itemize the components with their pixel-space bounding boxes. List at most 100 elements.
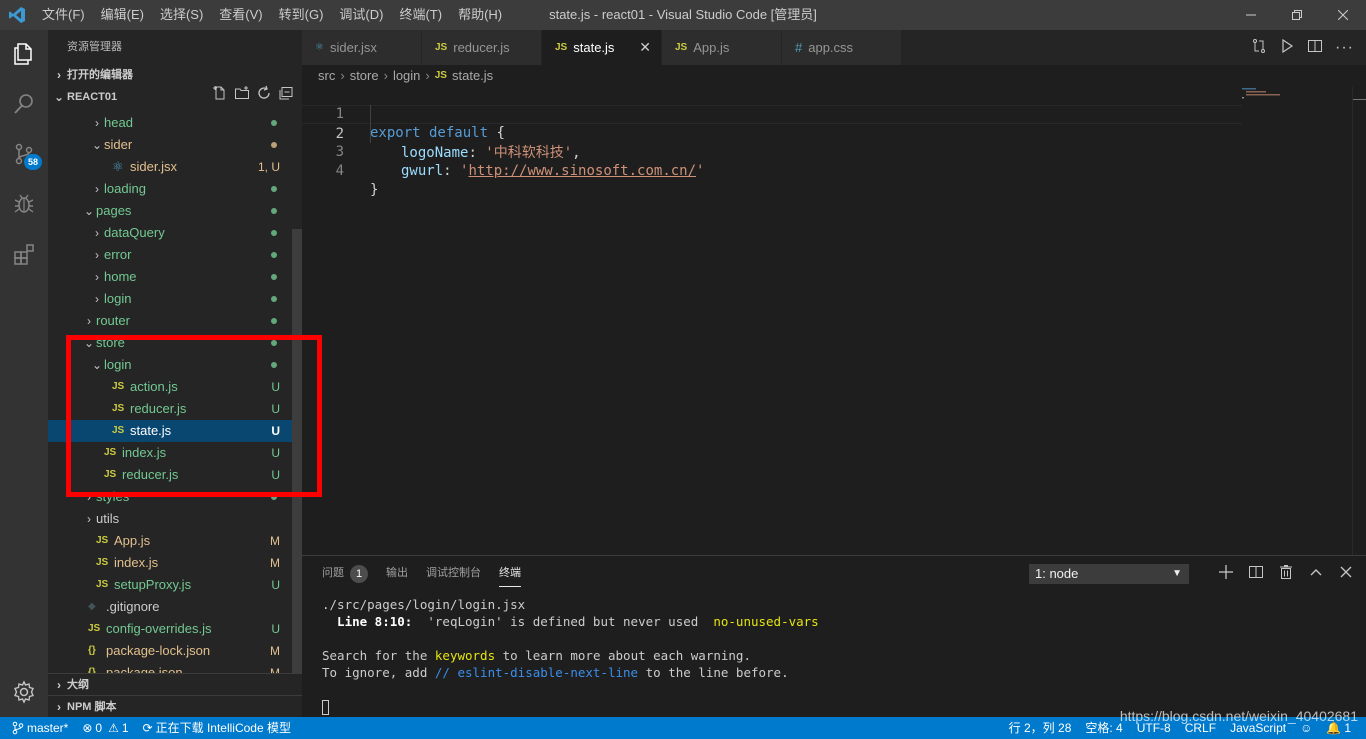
tab-app-css[interactable]: # app.css: [782, 30, 902, 65]
tree-item[interactable]: › utils: [48, 508, 292, 530]
tab-state-js[interactable]: JS state.js ✕: [542, 30, 662, 65]
code-line-3: 3 gwurl: 'http://www.sinosoft.com.cn/': [302, 124, 1242, 179]
search-icon[interactable]: [0, 80, 48, 128]
minimize-button[interactable]: [1228, 0, 1274, 30]
tree-item[interactable]: ⚛ sider.jsx 1, U: [48, 156, 292, 178]
tree-item[interactable]: › login: [48, 288, 292, 310]
breadcrumb-src[interactable]: src: [318, 65, 335, 87]
terminal-text: Search for the: [322, 648, 435, 663]
npm-scripts-section[interactable]: › NPM 脚本: [48, 695, 302, 717]
tree-item[interactable]: › loading: [48, 178, 292, 200]
tree-item[interactable]: › error: [48, 244, 292, 266]
panel-tabs: 问题 1 输出 调试控制台 终端: [302, 556, 539, 591]
tab-output[interactable]: 输出: [386, 556, 408, 591]
cursor-position[interactable]: 行 2，列 28: [1002, 717, 1079, 739]
debug-icon[interactable]: [0, 180, 48, 228]
tree-item[interactable]: › home: [48, 266, 292, 288]
outline-section[interactable]: › 大纲: [48, 673, 302, 695]
intellicode-status[interactable]: ⟳ 正在下载 IntelliCode 模型: [136, 717, 298, 739]
sync-icon: ⟳: [142, 721, 153, 735]
tab-reducer-js[interactable]: JS reducer.js: [422, 30, 542, 65]
kill-terminal-icon[interactable]: [1278, 564, 1294, 583]
code-line-1: 1 export default {: [302, 86, 1242, 141]
chevron-right-icon: ›: [87, 314, 91, 328]
terminal-select[interactable]: 1: node ▼: [1029, 564, 1189, 584]
terminal-text: to the line before.: [638, 665, 789, 680]
tree-item-label: router: [96, 313, 130, 328]
tree-item[interactable]: ⌄ sider: [48, 134, 292, 156]
close-window-button[interactable]: [1320, 0, 1366, 30]
code-editor[interactable]: 1 export default { 2 logoName: '中科软科技', …: [302, 85, 1242, 555]
chevron-right-icon: ›: [95, 248, 99, 262]
menu-edit[interactable]: 编辑(E): [93, 0, 152, 30]
tab-sider-jsx[interactable]: ⚛ sider.jsx: [302, 30, 422, 65]
tab-app-js[interactable]: JS App.js: [662, 30, 782, 65]
menu-view[interactable]: 查看(V): [211, 0, 270, 30]
open-editors-section[interactable]: › 打开的编辑器: [48, 64, 302, 86]
terminal-text: 'reqLogin' is defined but never used: [412, 614, 714, 629]
new-file-icon[interactable]: [212, 85, 228, 109]
git-status-dot: [271, 120, 277, 126]
line-number: 4: [335, 163, 344, 179]
tree-item[interactable]: JS setupProxy.js U: [48, 574, 292, 596]
tree-item[interactable]: › dataQuery: [48, 222, 292, 244]
tab-label: state.js: [573, 40, 615, 55]
restore-button[interactable]: [1274, 0, 1320, 30]
tab-debug-console[interactable]: 调试控制台: [426, 556, 481, 591]
tree-item[interactable]: JS App.js M: [48, 530, 292, 552]
breadcrumb-login[interactable]: login: [393, 65, 420, 87]
menu-go[interactable]: 转到(G): [271, 0, 332, 30]
menu-help[interactable]: 帮助(H): [450, 0, 510, 30]
menu-terminal[interactable]: 终端(T): [391, 0, 450, 30]
tab-terminal[interactable]: 终端: [499, 556, 521, 591]
extensions-icon[interactable]: [0, 230, 48, 278]
chevron-right-icon: ›: [95, 116, 99, 130]
tree-item[interactable]: JS index.js M: [48, 552, 292, 574]
new-folder-icon[interactable]: [234, 85, 250, 109]
url-link[interactable]: http://www.sinosoft.com.cn/: [468, 163, 696, 179]
menu-file[interactable]: 文件(F): [34, 0, 93, 30]
source-control-icon[interactable]: [0, 130, 48, 178]
menu-selection[interactable]: 选择(S): [152, 0, 211, 30]
split-terminal-icon[interactable]: [1248, 564, 1264, 583]
close-icon[interactable]: ✕: [639, 39, 651, 56]
watermark-text: https://blog.csdn.net/weixin_40402681: [1119, 708, 1358, 724]
terminal-output[interactable]: ./src/pages/login/login.jsx Line 8:10: '…: [322, 596, 1352, 715]
breadcrumb-store[interactable]: store: [350, 65, 379, 87]
open-changes-icon[interactable]: [1251, 38, 1267, 57]
tree-item-label: dataQuery: [104, 225, 165, 240]
tree-item[interactable]: › router: [48, 310, 292, 332]
problems-status[interactable]: ⊗ 0 ⚠ 1: [75, 717, 135, 739]
minimap[interactable]: [1240, 87, 1352, 555]
collapse-all-icon[interactable]: [278, 85, 294, 109]
tree-item[interactable]: {} package-lock.json M: [48, 640, 292, 662]
git-status-dot: [271, 186, 277, 192]
split-editor-icon[interactable]: [1307, 38, 1323, 57]
tree-item-label: index.js: [114, 555, 159, 570]
new-terminal-icon[interactable]: [1218, 564, 1234, 583]
menu-bar: 文件(F) 编辑(E) 选择(S) 查看(V) 转到(G) 调试(D) 终端(T…: [34, 0, 510, 30]
tree-item[interactable]: › head: [48, 112, 292, 134]
settings-gear-icon[interactable]: [0, 668, 48, 716]
editor-scrollbar[interactable]: [1352, 87, 1366, 555]
maximize-panel-icon[interactable]: [1308, 564, 1324, 583]
refresh-icon[interactable]: [256, 85, 272, 109]
explorer-icon[interactable]: [0, 30, 48, 78]
terminal-line: To ignore, add // eslint-disable-next-li…: [322, 664, 1352, 681]
tab-problems[interactable]: 问题 1: [322, 556, 368, 591]
tree-item[interactable]: ◆ .gitignore: [48, 596, 292, 618]
workspace-root-section[interactable]: ⌄ REACT01: [48, 85, 302, 109]
tree-item[interactable]: ⌄ pages: [48, 200, 292, 222]
branch-status[interactable]: master*: [0, 717, 75, 739]
menu-debug[interactable]: 调试(D): [331, 0, 391, 30]
chevron-right-icon: ›: [340, 68, 345, 83]
close-panel-icon[interactable]: [1338, 564, 1354, 583]
breadcrumb-state-js[interactable]: state.js: [452, 65, 493, 87]
window-controls: [1228, 0, 1366, 30]
run-icon[interactable]: [1279, 38, 1295, 57]
js-file-icon: JS: [434, 70, 447, 81]
more-actions-icon[interactable]: ···: [1335, 39, 1354, 57]
tree-item[interactable]: JS config-overrides.js U: [48, 618, 292, 640]
git-status-label: U: [271, 578, 280, 592]
